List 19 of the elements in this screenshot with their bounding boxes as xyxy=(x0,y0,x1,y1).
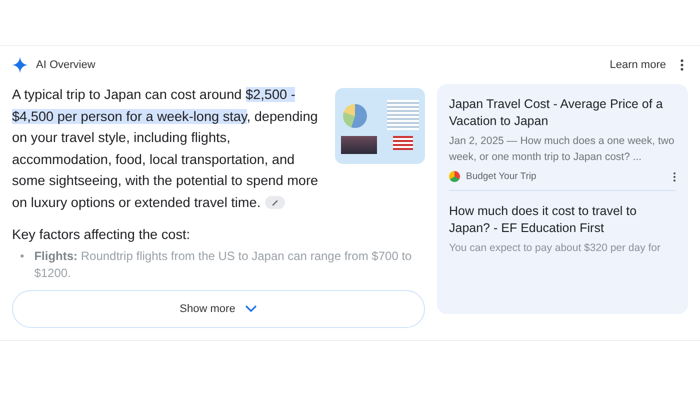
source-snippet: You can expect to pay about $320 per day for xyxy=(449,241,662,256)
infographic-thumbnail[interactable] xyxy=(335,88,425,164)
key-factors-heading: Key factors affecting the cost: xyxy=(12,227,192,242)
summary-paragraph: A typical trip to Japan can cost around $2,500 - $4,500 per person for a week-long stay, depending on your travel style, including flights, accommodation, food, local transportation, and some sightseeing, with the potential to spend more on luxury options or extended travel time. xyxy=(12,86,320,212)
link-chip-icon[interactable] xyxy=(264,196,285,210)
section-title: AI Overview xyxy=(36,59,96,71)
source-title[interactable]: Japan Travel Cost - Average Price of a Vacation to Japan xyxy=(449,96,676,130)
factor-item: Flights: Roundtrip flights from the US to Japan can range from $700 to $1200. xyxy=(34,248,413,282)
site-logo-icon xyxy=(449,171,460,182)
show-more-button[interactable]: Show more xyxy=(12,290,425,328)
more-options-icon[interactable] xyxy=(680,59,684,71)
source-snippet: Jan 2, 2025 — How much does a one week, two week, or one month trip to Japan cost? ... xyxy=(449,134,676,165)
chevron-down-icon xyxy=(245,305,258,313)
site-name: Budget Your Trip xyxy=(466,171,538,182)
sparkle-icon xyxy=(12,57,28,73)
learn-more-link[interactable]: Learn more xyxy=(610,59,666,71)
more-options-icon[interactable] xyxy=(673,172,676,182)
source-title[interactable]: How much does it cost to travel to Japan? - EF Education First xyxy=(449,203,676,237)
bullet-mark: • xyxy=(20,248,24,265)
